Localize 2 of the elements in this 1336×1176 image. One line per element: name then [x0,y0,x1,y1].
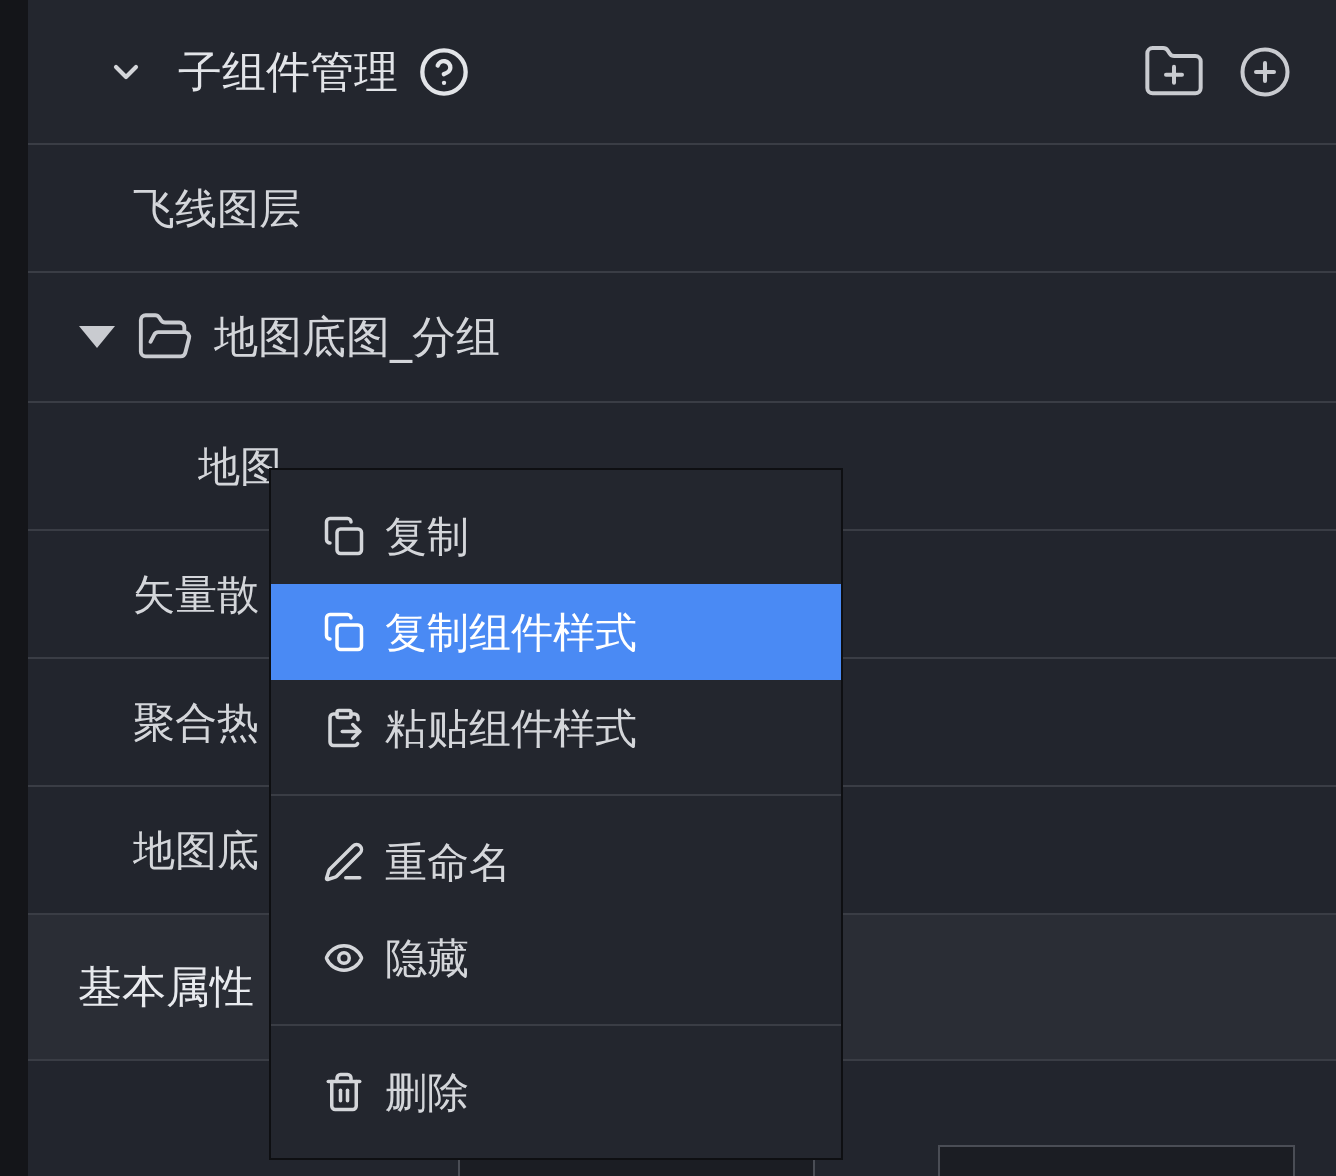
panel-title: 子组件管理 [178,44,398,99]
section-title: 基本属性 [78,960,254,1014]
